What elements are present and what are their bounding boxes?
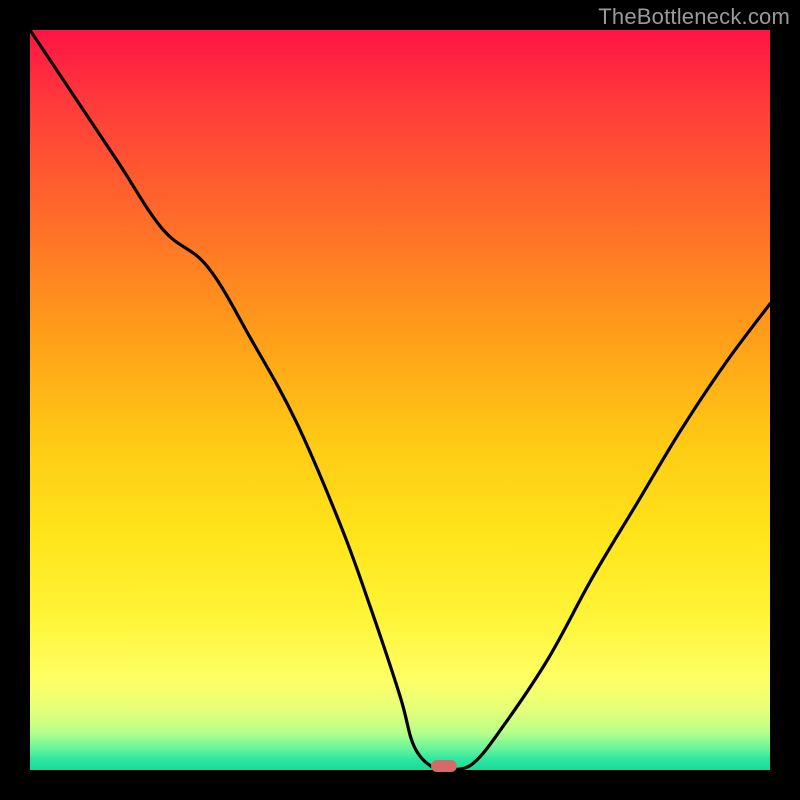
optimal-marker [431, 760, 457, 772]
watermark-text: TheBottleneck.com [598, 4, 790, 30]
plot-area [30, 30, 770, 770]
bottleneck-curve [30, 30, 770, 770]
chart-frame: TheBottleneck.com [0, 0, 800, 800]
